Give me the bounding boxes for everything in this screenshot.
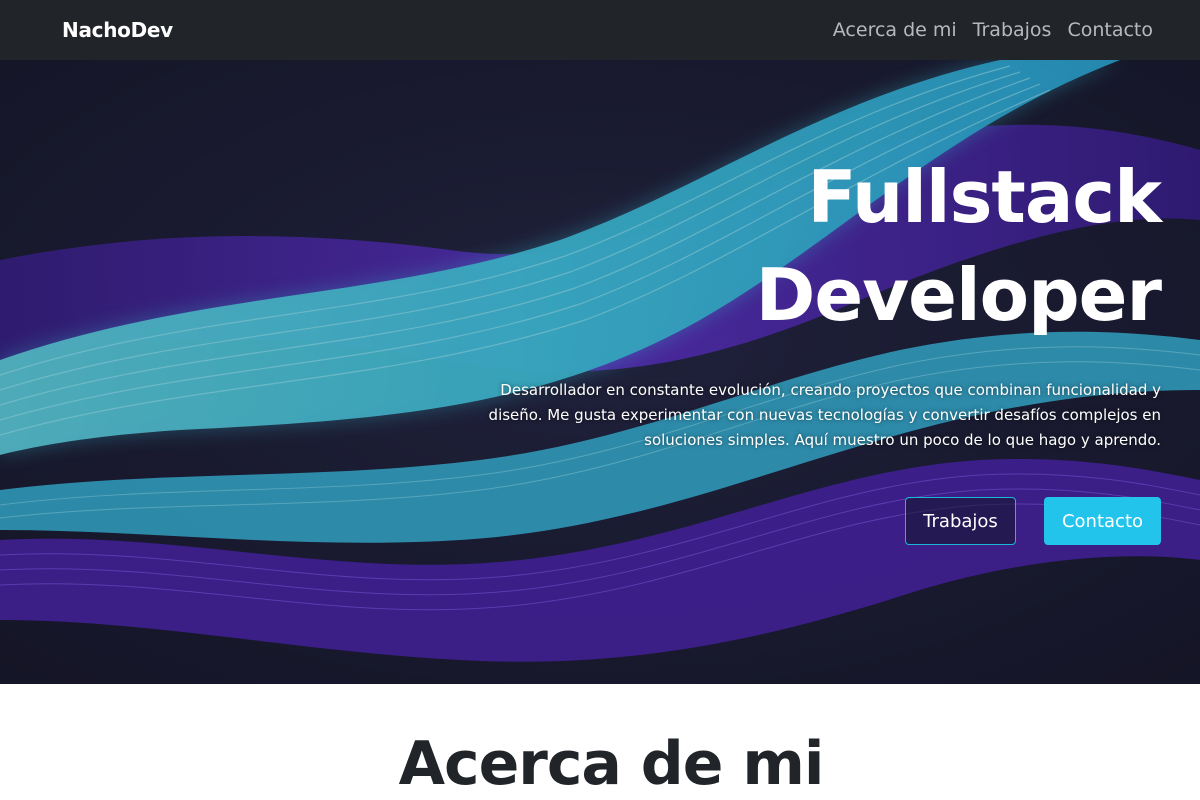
hero-description: Desarrollador en constante evolución, cr… <box>488 381 1161 449</box>
works-button[interactable]: Trabajos <box>905 497 1016 545</box>
hero-content: Fullstack Developer Desarrollador en con… <box>461 148 1162 545</box>
hero-title-line2: Developer <box>755 253 1162 337</box>
about-section: Acerca de mi <box>0 684 1200 800</box>
nav-link-works[interactable]: Trabajos <box>973 19 1052 41</box>
about-title: Acerca de mi <box>398 729 825 799</box>
top-navbar: NachoDev Acerca de mi Trabajos Contacto <box>0 0 1200 60</box>
contact-button[interactable]: Contacto <box>1044 497 1161 545</box>
hero-section: Fullstack Developer Desarrollador en con… <box>0 60 1200 684</box>
hero-title-line1: Fullstack <box>807 155 1162 239</box>
brand-logo[interactable]: NachoDev <box>62 18 173 42</box>
nav-links: Acerca de mi Trabajos Contacto <box>833 19 1153 41</box>
nav-link-contact[interactable]: Contacto <box>1067 19 1153 41</box>
hero-title: Fullstack Developer <box>461 148 1162 344</box>
hero-buttons: Trabajos Contacto <box>461 497 1161 545</box>
nav-link-about[interactable]: Acerca de mi <box>833 19 957 41</box>
